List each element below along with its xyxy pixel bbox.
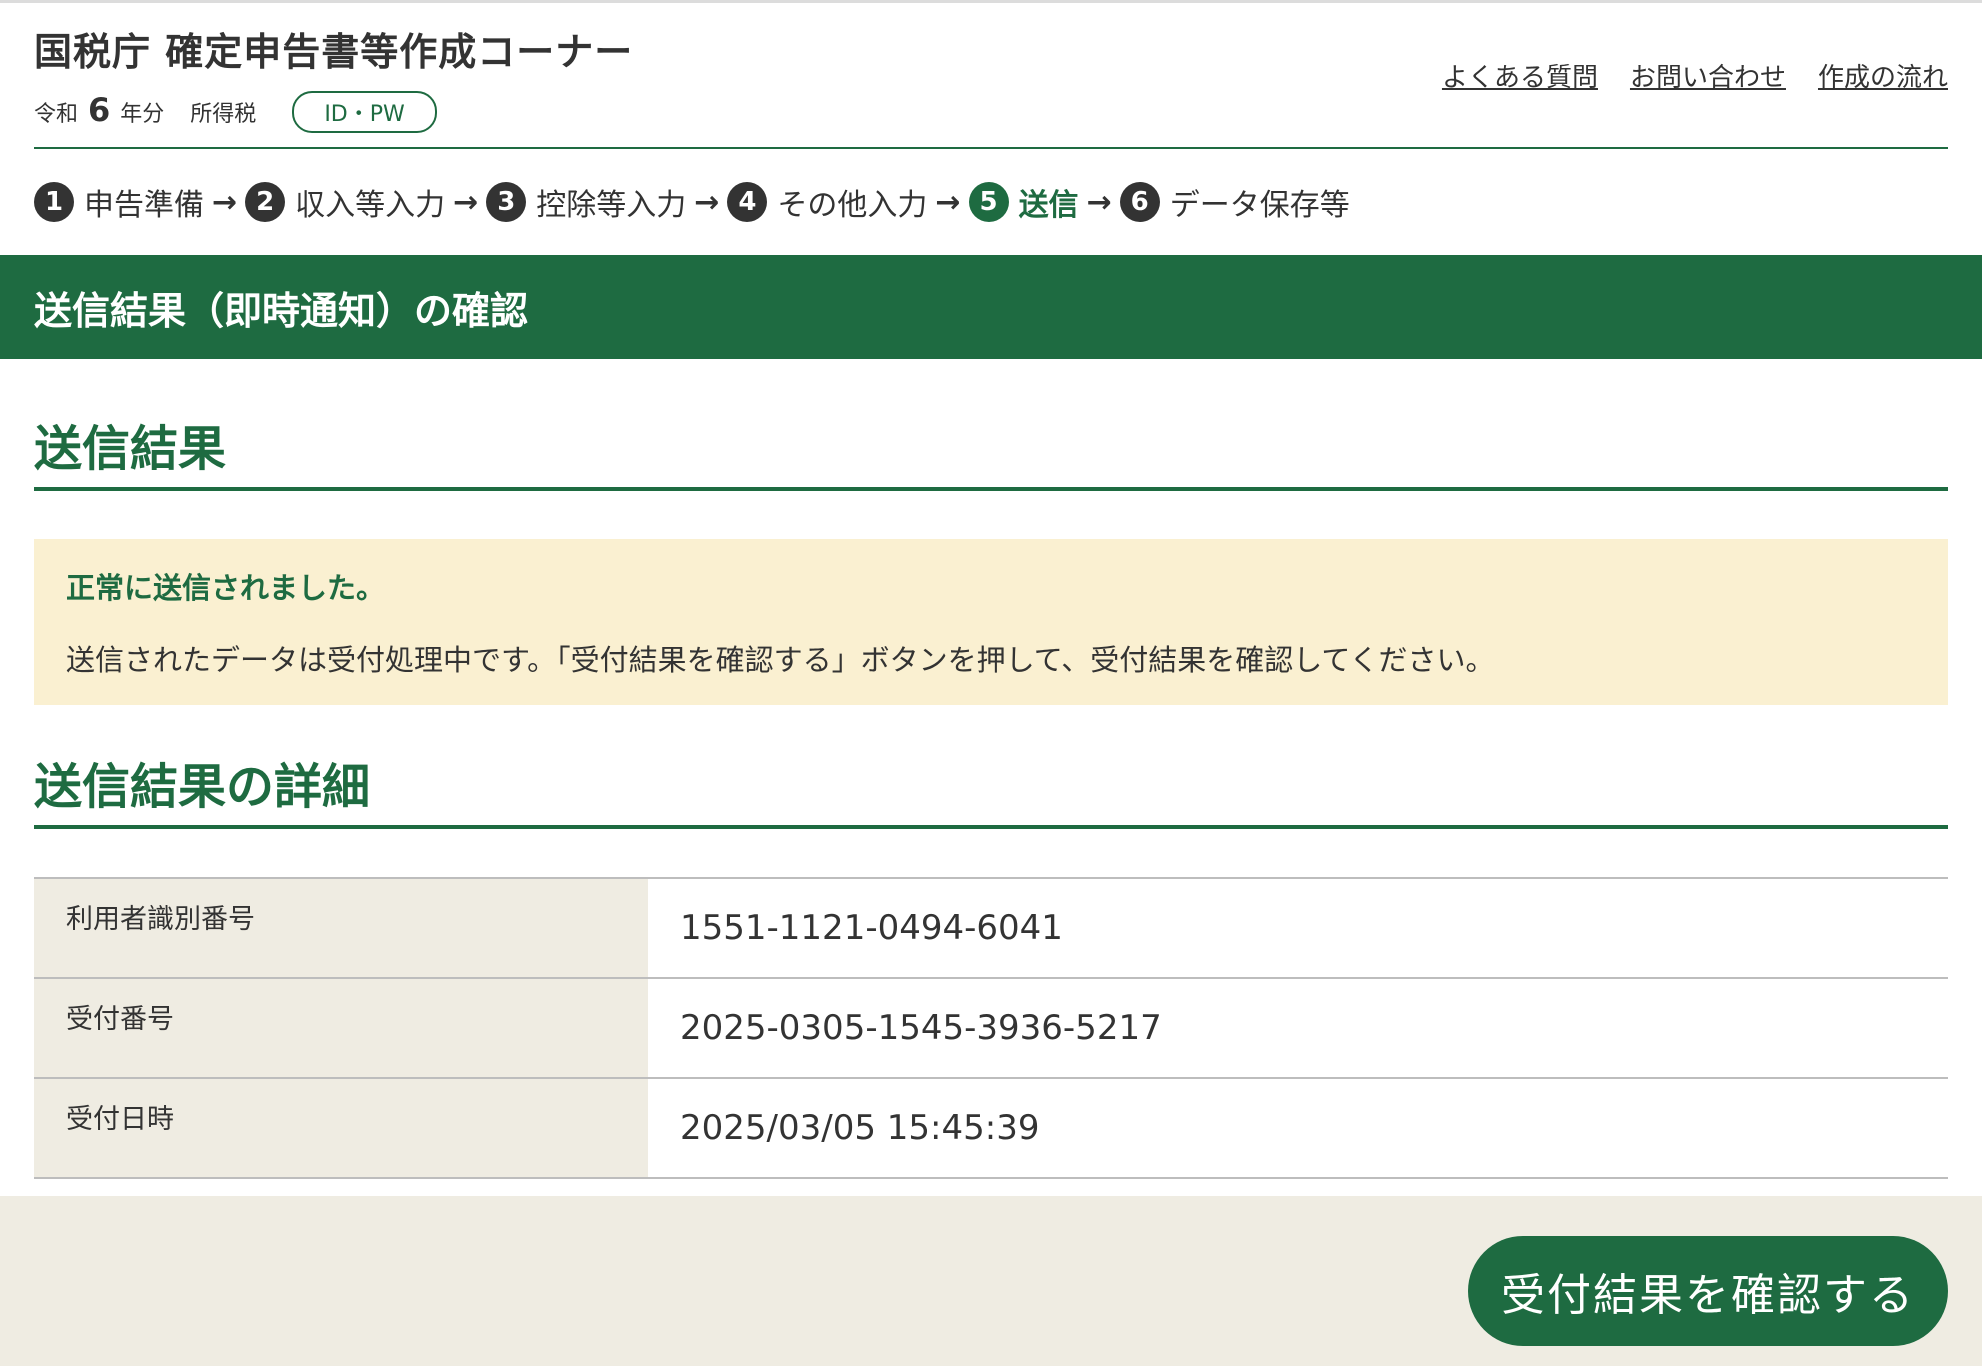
receipt-number-value: 2025-0305-1545-3936-5217: [648, 978, 1948, 1079]
result-section-title: 送信結果: [34, 409, 1948, 491]
table-row: 受付日時 2025/03/05 15:45:39: [34, 1078, 1948, 1179]
user-id-value: 1551-1121-0494-6041: [648, 878, 1948, 979]
step-arrow-icon: →: [694, 184, 720, 220]
step-arrow-icon: →: [453, 184, 479, 220]
receipt-number-label: 受付番号: [34, 978, 648, 1079]
step-label: その他入力: [777, 188, 928, 223]
step-number-icon: 5: [968, 182, 1009, 222]
year-suffix: 年分: [120, 102, 165, 127]
step-label: 控除等入力: [536, 188, 687, 223]
action-footer: 受付結果を確認する: [0, 1196, 1982, 1366]
detail-table: 利用者識別番号 1551-1121-0494-6041 受付番号 2025-03…: [34, 877, 1948, 1179]
notice-title: 正常に送信されました。: [66, 571, 386, 605]
step-number-icon: 6: [1119, 182, 1160, 222]
notice-body: 送信されたデータは受付処理中です。「受付結果を確認する」ボタンを押して、受付結果…: [66, 643, 1495, 677]
app-title: 国税庁 確定申告書等作成コーナー: [34, 30, 634, 74]
step-arrow-icon: →: [935, 184, 961, 220]
receipt-datetime-label: 受付日時: [34, 1078, 648, 1179]
step-arrow-icon: →: [1086, 184, 1112, 220]
detail-section-title: 送信結果の詳細: [34, 747, 1948, 829]
page-title-banner: 送信結果（即時通知）の確認: [0, 255, 1982, 359]
step-arrow-icon: →: [212, 184, 238, 220]
header-links: よくある質問 お問い合わせ 作成の流れ: [1442, 57, 1948, 94]
step-5-current: 5 送信: [968, 180, 1079, 224]
success-notice: 正常に送信されました。 送信されたデータは受付処理中です。「受付結果を確認する」…: [34, 539, 1948, 705]
confirm-receipt-button[interactable]: 受付結果を確認する: [1468, 1236, 1948, 1346]
faq-link[interactable]: よくある質問: [1442, 57, 1598, 94]
receipt-datetime-value: 2025/03/05 15:45:39: [648, 1078, 1948, 1179]
detail-section: 送信結果の詳細 利用者識別番号 1551-1121-0494-6041 受付番号…: [34, 747, 1948, 1179]
tax-type: 所得税: [190, 102, 257, 127]
contact-link[interactable]: お問い合わせ: [1630, 57, 1786, 94]
era-label: 令和: [34, 102, 79, 127]
step-label: 送信: [1018, 188, 1079, 223]
result-section: 送信結果 正常に送信されました。 送信されたデータは受付処理中です。「受付結果を…: [34, 409, 1948, 705]
step-6: 6 データ保存等: [1119, 180, 1350, 224]
tax-year-info: 令和 6 年分 所得税 ID・PW: [34, 91, 437, 133]
auth-method-badge: ID・PW: [292, 91, 437, 133]
progress-steps: 1 申告準備 → 2 収入等入力 → 3 控除等入力 → 4 その他入力 → 5 送信 →…: [34, 149, 1948, 255]
step-number-icon: 3: [486, 182, 527, 222]
step-label: 申告準備: [84, 188, 204, 223]
step-2: 2 収入等入力: [245, 180, 445, 224]
step-3: 3 控除等入力: [486, 180, 686, 224]
step-1: 1 申告準備: [34, 180, 204, 224]
step-4: 4 その他入力: [727, 180, 927, 224]
step-number-icon: 2: [245, 182, 286, 222]
step-label: 収入等入力: [295, 188, 446, 223]
page-header: 国税庁 確定申告書等作成コーナー 令和 6 年分 所得税 ID・PW よくある質…: [34, 3, 1948, 149]
step-number-icon: 1: [34, 182, 74, 222]
table-row: 利用者識別番号 1551-1121-0494-6041: [34, 878, 1948, 979]
user-id-label: 利用者識別番号: [34, 878, 648, 979]
step-label: データ保存等: [1169, 188, 1350, 223]
step-number-icon: 4: [727, 182, 768, 222]
table-row: 受付番号 2025-0305-1545-3936-5217: [34, 978, 1948, 1079]
flow-link[interactable]: 作成の流れ: [1818, 57, 1948, 94]
year-number: 6: [88, 91, 111, 129]
